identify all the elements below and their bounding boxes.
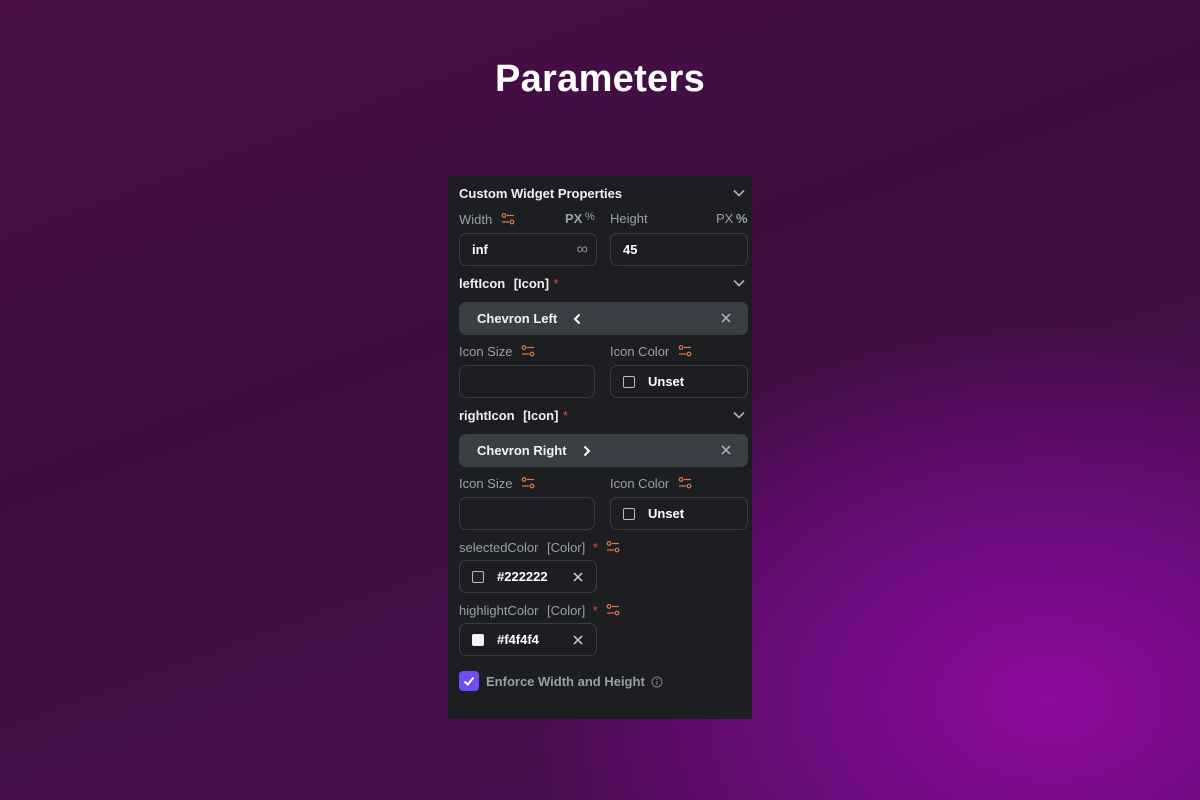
selected-color-value: #222222 bbox=[497, 569, 548, 584]
info-icon[interactable] bbox=[651, 675, 663, 688]
color-swatch[interactable] bbox=[472, 633, 484, 646]
tune-icon[interactable] bbox=[521, 476, 535, 489]
right-icon-color-value: Unset bbox=[648, 506, 685, 521]
left-icon-color-value: Unset bbox=[648, 374, 685, 389]
right-icon-color-picker[interactable]: Unset bbox=[610, 497, 748, 530]
color-swatch[interactable] bbox=[623, 507, 635, 520]
left-icon-color-label: Icon Color bbox=[610, 344, 670, 359]
highlight-color-param-type: [Color] bbox=[546, 603, 586, 618]
right-icon-param-type: [Icon] bbox=[523, 408, 559, 423]
right-icon-size-label: Icon Size bbox=[459, 476, 513, 491]
selected-color-param-name: selectedColor bbox=[459, 540, 539, 555]
required-mark: * bbox=[562, 408, 568, 423]
height-value: 45 bbox=[623, 242, 638, 257]
selected-color-picker[interactable]: #222222 bbox=[459, 560, 597, 593]
width-unit-percent[interactable]: % bbox=[585, 211, 595, 223]
left-icon-color-picker[interactable]: Unset bbox=[610, 365, 748, 398]
tune-icon[interactable] bbox=[678, 476, 692, 489]
left-icon-header[interactable]: leftIcon [Icon] * bbox=[459, 275, 748, 291]
highlight-color-param-name: highlightColor bbox=[459, 603, 539, 618]
chevron-right-icon bbox=[581, 444, 593, 458]
section-title: Custom Widget Properties bbox=[459, 186, 623, 201]
height-unit-percent[interactable]: % bbox=[736, 211, 748, 226]
right-icon-header[interactable]: rightIcon [Icon] * bbox=[459, 407, 748, 423]
left-icon-param-name: leftIcon bbox=[459, 276, 506, 291]
chevron-down-icon[interactable] bbox=[732, 276, 746, 290]
width-label: Width bbox=[459, 212, 493, 227]
tune-icon[interactable] bbox=[521, 344, 535, 357]
width-input[interactable]: inf ∞ bbox=[459, 233, 597, 266]
left-icon-size-input[interactable] bbox=[459, 365, 595, 398]
chevron-down-icon[interactable] bbox=[732, 186, 746, 200]
right-icon-color-label: Icon Color bbox=[610, 476, 670, 491]
right-icon-param-name: rightIcon bbox=[459, 408, 515, 423]
highlight-color-picker[interactable]: #f4f4f4 bbox=[459, 623, 597, 656]
left-icon-chip[interactable]: Chevron Left bbox=[459, 302, 748, 335]
height-unit-px[interactable]: PX bbox=[716, 211, 733, 226]
left-icon-chip-label: Chevron Left bbox=[477, 311, 558, 326]
right-icon-chip[interactable]: Chevron Right bbox=[459, 434, 748, 467]
clear-icon[interactable] bbox=[720, 444, 732, 456]
height-label: Height bbox=[610, 211, 648, 226]
tune-icon[interactable] bbox=[501, 212, 515, 225]
tune-icon[interactable] bbox=[606, 603, 620, 616]
height-input[interactable]: 45 bbox=[610, 233, 748, 266]
right-icon-chip-label: Chevron Right bbox=[477, 443, 567, 458]
clear-icon[interactable] bbox=[572, 634, 584, 646]
width-unit-px[interactable]: PX bbox=[565, 211, 582, 226]
required-mark: * bbox=[592, 540, 598, 555]
enforce-label: Enforce Width and Height bbox=[486, 673, 645, 689]
tune-icon[interactable] bbox=[678, 344, 692, 357]
section-header[interactable]: Custom Widget Properties bbox=[459, 185, 748, 201]
left-icon-param-type: [Icon] bbox=[513, 276, 550, 291]
color-swatch[interactable] bbox=[472, 570, 484, 583]
enforce-width-height-row[interactable]: Enforce Width and Height bbox=[459, 671, 748, 691]
selected-color-param-type: [Color] bbox=[546, 540, 586, 555]
infinity-icon[interactable]: ∞ bbox=[577, 241, 588, 259]
required-mark: * bbox=[553, 276, 559, 291]
required-mark: * bbox=[592, 603, 598, 618]
enforce-checkbox[interactable] bbox=[459, 671, 479, 691]
highlight-color-value: #f4f4f4 bbox=[497, 632, 539, 647]
clear-icon[interactable] bbox=[720, 312, 732, 324]
chevron-down-icon[interactable] bbox=[732, 408, 746, 422]
custom-widget-properties-panel: Custom Widget Properties Width PX % Heig… bbox=[448, 176, 752, 719]
clear-icon[interactable] bbox=[572, 571, 584, 583]
width-value: inf bbox=[472, 242, 488, 257]
page-title: Parameters bbox=[494, 58, 706, 100]
color-swatch[interactable] bbox=[623, 375, 635, 388]
chevron-left-icon bbox=[571, 312, 583, 326]
right-icon-size-input[interactable] bbox=[459, 497, 595, 530]
left-icon-size-label: Icon Size bbox=[459, 344, 513, 359]
tune-icon[interactable] bbox=[606, 540, 620, 553]
